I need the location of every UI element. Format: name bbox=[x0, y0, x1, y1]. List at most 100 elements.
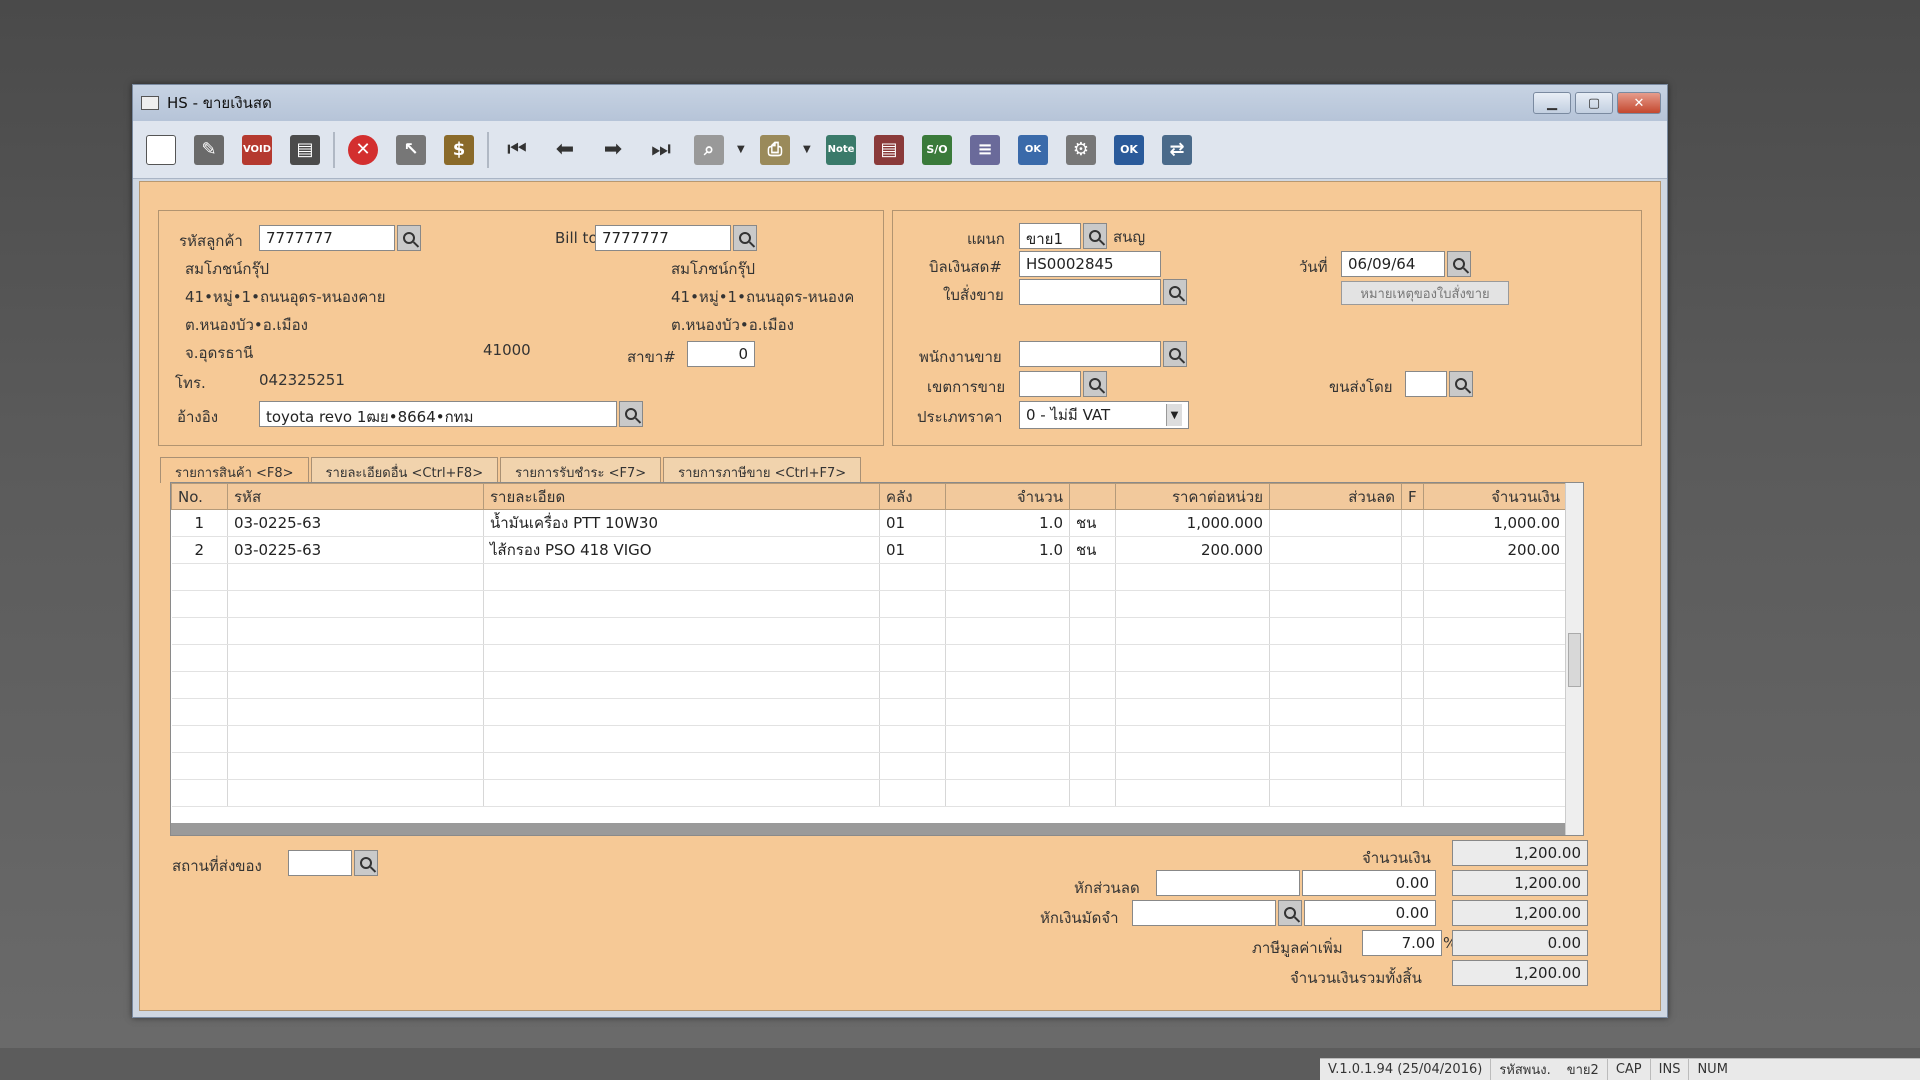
col-unit[interactable] bbox=[1069, 483, 1116, 510]
discount-code-input[interactable] bbox=[1156, 870, 1300, 896]
row-description[interactable]: น้ำมันเครื่อง PTT 10W30 bbox=[483, 509, 880, 537]
row-discount[interactable] bbox=[1269, 509, 1402, 537]
list-icon[interactable]: ≡ bbox=[965, 130, 1005, 170]
salesman-input[interactable] bbox=[1019, 341, 1161, 367]
row-quantity[interactable]: 1.0 bbox=[945, 536, 1070, 564]
department-lookup-icon[interactable] bbox=[1083, 223, 1107, 249]
row-quantity[interactable]: 1.0 bbox=[945, 509, 1070, 537]
col-flag[interactable]: F bbox=[1401, 483, 1424, 510]
money-icon[interactable]: $ bbox=[439, 130, 479, 170]
department-input[interactable]: ขาย1 bbox=[1019, 223, 1081, 249]
date-input[interactable]: 06/09/64 bbox=[1341, 251, 1445, 277]
table-row-empty[interactable] bbox=[171, 671, 1567, 699]
scrollbar-thumb[interactable] bbox=[1568, 633, 1581, 687]
sales-order-note-button[interactable]: หมายเหตุของใบสั่งขาย bbox=[1341, 281, 1509, 305]
row-flag[interactable] bbox=[1401, 509, 1424, 537]
row-discount[interactable] bbox=[1269, 536, 1402, 564]
first-record-icon[interactable]: ⏮ bbox=[497, 130, 537, 170]
find-icon[interactable]: ⌕ bbox=[689, 130, 729, 170]
tab-other-details[interactable]: รายละเอียดอื่น <Ctrl+F8> bbox=[310, 457, 499, 483]
table-row[interactable]: 1 03-0225-63 น้ำมันเครื่อง PTT 10W30 01 … bbox=[171, 509, 1567, 537]
find-dropdown-icon[interactable]: ▼ bbox=[737, 144, 747, 155]
date-label: วันที่ bbox=[1299, 258, 1328, 276]
col-code[interactable]: รหัส bbox=[227, 483, 484, 510]
list-icon[interactable]: ▤ bbox=[869, 130, 909, 170]
deposit-amount-input[interactable]: 0.00 bbox=[1304, 900, 1436, 926]
last-record-icon[interactable]: ⏭ bbox=[641, 130, 681, 170]
row-description[interactable]: ไส้กรอง PSO 418 VIGO bbox=[483, 536, 880, 564]
deposit-lookup-icon[interactable] bbox=[1278, 900, 1302, 926]
price-type-select[interactable]: 0 - ไม่มี VAT ▼ bbox=[1019, 401, 1189, 429]
tab-payments[interactable]: รายการรับชำระ <F7> bbox=[500, 457, 662, 483]
table-row-empty[interactable] bbox=[171, 752, 1567, 780]
previous-record-icon[interactable]: ⬅ bbox=[545, 130, 585, 170]
transfer-icon[interactable]: ⇄ bbox=[1157, 130, 1197, 170]
date-picker-icon[interactable] bbox=[1447, 251, 1471, 277]
discount-amount-input[interactable]: 0.00 bbox=[1302, 870, 1436, 896]
row-flag[interactable] bbox=[1401, 536, 1424, 564]
grid-vertical-scrollbar[interactable] bbox=[1565, 483, 1583, 835]
col-no[interactable]: No. bbox=[171, 483, 228, 510]
deposit-code-input[interactable] bbox=[1132, 900, 1276, 926]
table-row-empty[interactable] bbox=[171, 698, 1567, 726]
col-discount[interactable]: ส่วนลด bbox=[1269, 483, 1402, 510]
col-description[interactable]: รายละเอียด bbox=[483, 483, 880, 510]
sales-order-input[interactable] bbox=[1019, 279, 1161, 305]
reference-input[interactable]: toyota revo 1ฒย•8664•กทม bbox=[259, 401, 617, 427]
so-icon[interactable]: S/O bbox=[917, 130, 957, 170]
next-record-icon[interactable]: ➡ bbox=[593, 130, 633, 170]
close-button[interactable]: ✕ bbox=[1617, 92, 1661, 114]
void-icon[interactable]: VOID bbox=[237, 130, 277, 170]
grid-horizontal-scrollbar[interactable] bbox=[171, 823, 1565, 835]
shipped-by-lookup-icon[interactable] bbox=[1449, 371, 1473, 397]
billto-lookup-icon[interactable] bbox=[733, 225, 757, 251]
col-warehouse[interactable]: คลัง bbox=[879, 483, 946, 510]
edit-icon[interactable]: ✎ bbox=[189, 130, 229, 170]
table-row-empty[interactable] bbox=[171, 779, 1567, 807]
col-quantity[interactable]: จำนวน bbox=[945, 483, 1070, 510]
customer-code-input[interactable]: 7777777 bbox=[259, 225, 395, 251]
minimize-button[interactable]: ▁ bbox=[1533, 92, 1571, 114]
sales-area-lookup-icon[interactable] bbox=[1083, 371, 1107, 397]
col-amount[interactable]: จำนวนเงิน bbox=[1423, 483, 1567, 510]
billto-input[interactable]: 7777777 bbox=[595, 225, 731, 251]
branch-input[interactable]: 0 bbox=[687, 341, 755, 367]
maximize-button[interactable]: ▢ bbox=[1575, 92, 1613, 114]
customer-lookup-icon[interactable] bbox=[397, 225, 421, 251]
table-row-empty[interactable] bbox=[171, 590, 1567, 618]
new-document-icon[interactable] bbox=[141, 130, 181, 170]
table-row-empty[interactable] bbox=[171, 644, 1567, 672]
note-icon[interactable]: Note bbox=[821, 130, 861, 170]
row-unit-price[interactable]: 1,000.000 bbox=[1115, 509, 1270, 537]
cancel-icon[interactable]: ✕ bbox=[343, 130, 383, 170]
col-unit-price[interactable]: ราคาต่อหน่วย bbox=[1115, 483, 1270, 510]
table-row-empty[interactable] bbox=[171, 563, 1567, 591]
row-no: 1 bbox=[171, 509, 228, 537]
row-warehouse[interactable]: 01 bbox=[879, 509, 946, 537]
sales-order-lookup-icon[interactable] bbox=[1163, 279, 1187, 305]
vat-rate-input[interactable]: 7.00 bbox=[1362, 930, 1442, 956]
row-code[interactable]: 03-0225-63 bbox=[227, 536, 484, 564]
table-row-empty[interactable] bbox=[171, 725, 1567, 753]
ok-icon[interactable]: OK bbox=[1109, 130, 1149, 170]
select-icon[interactable]: ↖ bbox=[391, 130, 431, 170]
tab-items[interactable]: รายการสินค้า <F8> bbox=[160, 457, 309, 483]
bill-number-input[interactable]: HS0002845 bbox=[1019, 251, 1161, 277]
row-unit-price[interactable]: 200.000 bbox=[1115, 536, 1270, 564]
tab-sales-tax[interactable]: รายการภาษีขาย <Ctrl+F7> bbox=[663, 457, 862, 483]
ship-place-lookup-icon[interactable] bbox=[354, 850, 378, 876]
ship-place-input[interactable] bbox=[288, 850, 352, 876]
tools-icon[interactable]: ⚙ bbox=[1061, 130, 1101, 170]
row-code[interactable]: 03-0225-63 bbox=[227, 509, 484, 537]
row-warehouse[interactable]: 01 bbox=[879, 536, 946, 564]
salesman-lookup-icon[interactable] bbox=[1163, 341, 1187, 367]
table-row[interactable]: 2 03-0225-63 ไส้กรอง PSO 418 VIGO 01 1.0… bbox=[171, 536, 1567, 564]
sales-area-input[interactable] bbox=[1019, 371, 1081, 397]
approve-ok-icon[interactable]: OK bbox=[1013, 130, 1053, 170]
print-dropdown-icon[interactable]: ▼ bbox=[803, 144, 813, 155]
delete-trash-icon[interactable]: ▤ bbox=[285, 130, 325, 170]
reference-lookup-icon[interactable] bbox=[619, 401, 643, 427]
table-row-empty[interactable] bbox=[171, 617, 1567, 645]
shipped-by-input[interactable] bbox=[1405, 371, 1447, 397]
print-icon[interactable]: ⎙ bbox=[755, 130, 795, 170]
